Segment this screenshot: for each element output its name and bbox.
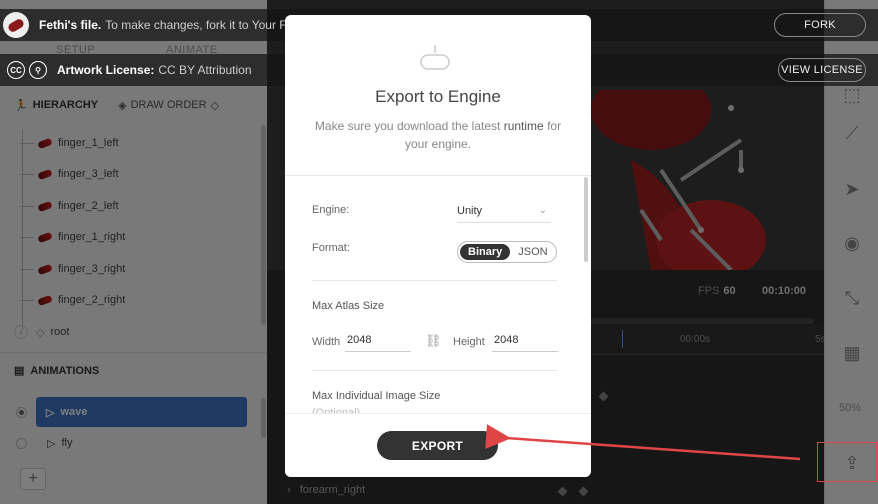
annotation-arrow bbox=[485, 424, 801, 461]
